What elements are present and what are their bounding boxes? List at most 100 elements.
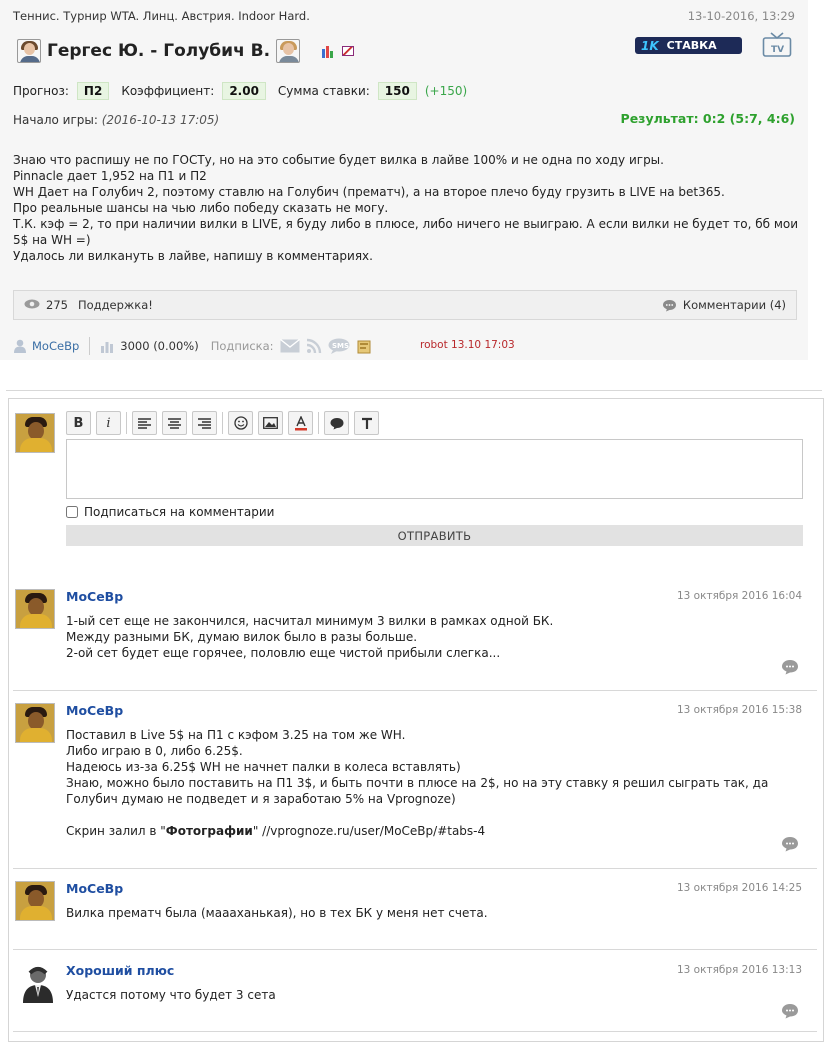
- user-icon: [14, 339, 26, 353]
- comment-author[interactable]: МоСеВр: [66, 881, 123, 896]
- reply-icon[interactable]: [781, 836, 799, 852]
- match-title[interactable]: Гергес Ю. - Голубич В.: [47, 41, 270, 61]
- sms-icon[interactable]: SMS: [328, 338, 350, 354]
- text-color-icon: [294, 415, 307, 430]
- prognoz-label: Прогноз:: [13, 84, 69, 98]
- comment-text: Поставил в Live 5$ на П1 с кэфом 3.25 на…: [66, 727, 801, 839]
- comment-date: 13 октября 2016 14:25: [676, 882, 802, 894]
- result: Результат: 0:2 (5:7, 4:6): [620, 111, 795, 126]
- photos-link[interactable]: Фотографии: [166, 824, 253, 838]
- align-left-icon: [138, 417, 151, 429]
- comment: Хороший плюс 13 октября 2016 13:13 Удаст…: [9, 963, 817, 1033]
- comment-line: Надеюсь из-за 6.25$ WH не начнет палки в…: [66, 760, 461, 774]
- image-button[interactable]: [258, 411, 283, 435]
- comment-avatar[interactable]: [15, 589, 55, 629]
- align-right-button[interactable]: [192, 411, 217, 435]
- comments-section: B i Подписаться на комментарии ОТПРАВИТЬ…: [8, 398, 824, 1042]
- divider: [89, 337, 91, 355]
- subscribe-checkbox[interactable]: [66, 506, 78, 518]
- tv-label: TV: [771, 45, 784, 55]
- support-link[interactable]: Поддержка!: [78, 298, 153, 312]
- comment-author[interactable]: МоСеВр: [66, 703, 123, 718]
- text-format-button[interactable]: [354, 411, 379, 435]
- robot-stamp: robot 13.10 17:03: [420, 339, 515, 351]
- send-button[interactable]: ОТПРАВИТЬ: [66, 525, 803, 546]
- comment-line: Вилка прематч была (маааханькая), но в т…: [66, 906, 488, 920]
- desc-line: WH Дает на Голубич 2, поэтому ставлю на …: [13, 185, 725, 199]
- email-icon[interactable]: [279, 339, 300, 353]
- comment-link-suffix: " //vprognoze.ru/user/МоСеВр/#tabs-4: [252, 824, 486, 838]
- comment-line: 1-ый сет еще не закончился, насчитал мин…: [66, 614, 554, 628]
- comment-icon: [662, 299, 676, 311]
- stavka-logo: 1K: [641, 38, 659, 53]
- rss-icon[interactable]: [306, 338, 322, 354]
- desc-line: Про реальные шансы на чью либо победу ск…: [13, 201, 389, 215]
- comment-line: Знаю, можно было поставить на П1 3$, и б…: [66, 776, 769, 806]
- comment-input[interactable]: [66, 439, 803, 499]
- ticket-icon[interactable]: [356, 338, 372, 354]
- comment-line: Между разными БК, думаю вилок было в раз…: [66, 630, 418, 644]
- forecast-row: Прогноз: П2 Коэффициент: 2.00 Сумма став…: [13, 82, 467, 100]
- comment-divider: [13, 949, 817, 950]
- comment-text: Удастся потому что будет 3 сета: [66, 987, 801, 1003]
- italic-button[interactable]: i: [96, 411, 121, 435]
- comment-author[interactable]: Хороший плюс: [66, 963, 174, 978]
- comments-link[interactable]: Комментарии (4): [662, 298, 786, 312]
- flag-icon[interactable]: [342, 46, 355, 56]
- comment-date: 13 октября 2016 15:38: [676, 704, 802, 716]
- comment-avatar[interactable]: [15, 703, 55, 743]
- bet-description: Знаю что распишу не по ГОСТу, но на это …: [13, 152, 803, 264]
- bank-icon: [101, 341, 114, 353]
- comment-text: Вилка прематч была (маааханькая), но в т…: [66, 905, 801, 921]
- author-link[interactable]: МоСеВр: [32, 339, 79, 353]
- post-datetime: 13-10-2016, 13:29: [687, 9, 795, 23]
- views-count: 275: [46, 298, 68, 312]
- sum-value: 150: [377, 82, 417, 100]
- comment-line: Удастся потому что будет 3 сета: [66, 988, 276, 1002]
- comments-count: Комментарии (4): [682, 298, 786, 312]
- stats-bar: 275 Поддержка! Комментарии (4): [13, 290, 797, 320]
- comment-line: 2-ой сет будет еще горячее, половлю еще …: [66, 646, 501, 660]
- subscribe-label: Подписка:: [210, 339, 274, 353]
- my-avatar[interactable]: [15, 413, 55, 453]
- profit-value: (+150): [424, 84, 468, 98]
- sum-label: Сумма ставки:: [277, 84, 370, 98]
- subscribe-checkbox-row[interactable]: Подписаться на комментарии: [66, 505, 274, 519]
- comment-date: 13 октября 2016 16:04: [676, 590, 802, 602]
- align-center-icon: [168, 417, 181, 429]
- player2-avatar[interactable]: [276, 39, 301, 63]
- bank-value: 3000 (0.00%): [120, 339, 199, 353]
- tv-icon[interactable]: TV: [762, 32, 792, 58]
- text-color-button[interactable]: [288, 411, 313, 435]
- align-left-button[interactable]: [132, 411, 157, 435]
- bet-card: Теннис. Турнир WTA. Линц. Австрия. Indoo…: [0, 0, 808, 360]
- default-user-avatar[interactable]: [18, 963, 58, 1003]
- text-t-icon: [361, 417, 372, 429]
- comment-link-line: Скрин залил в "Фотографии" //vprognoze.r…: [66, 823, 801, 839]
- comment-author[interactable]: МоСеВр: [66, 589, 123, 604]
- comment-divider: [13, 690, 817, 691]
- subscribe-checkbox-label: Подписаться на комментарии: [84, 505, 275, 519]
- speech-bubble-icon: [330, 417, 343, 429]
- stavka-button[interactable]: 1K СТАВКА: [635, 37, 742, 54]
- start-label: Начало игры:: [13, 113, 98, 127]
- reply-icon[interactable]: [781, 1003, 799, 1019]
- breadcrumb[interactable]: Теннис. Турнир WTA. Линц. Австрия. Indoo…: [13, 9, 310, 23]
- player1-avatar[interactable]: [17, 39, 41, 63]
- coef-label: Коэффициент:: [121, 84, 215, 98]
- eye-icon: [24, 298, 40, 312]
- reply-icon[interactable]: [781, 659, 799, 675]
- comment-link-prefix: Скрин залил в ": [66, 824, 166, 838]
- smiley-button[interactable]: [228, 411, 253, 435]
- comment-line: Либо играю в 0, либо 6.25$.: [66, 744, 243, 758]
- stavka-label: СТАВКА: [666, 39, 717, 52]
- bold-button[interactable]: B: [66, 411, 91, 435]
- desc-line: Знаю что распишу не по ГОСТу, но на это …: [13, 153, 664, 167]
- quote-button[interactable]: [324, 411, 349, 435]
- align-center-button[interactable]: [162, 411, 187, 435]
- comment-date: 13 октября 2016 13:13: [676, 964, 802, 976]
- section-divider: [6, 390, 822, 391]
- comment-divider: [13, 868, 817, 869]
- comment-avatar[interactable]: [15, 881, 55, 921]
- stats-icon[interactable]: [322, 44, 334, 58]
